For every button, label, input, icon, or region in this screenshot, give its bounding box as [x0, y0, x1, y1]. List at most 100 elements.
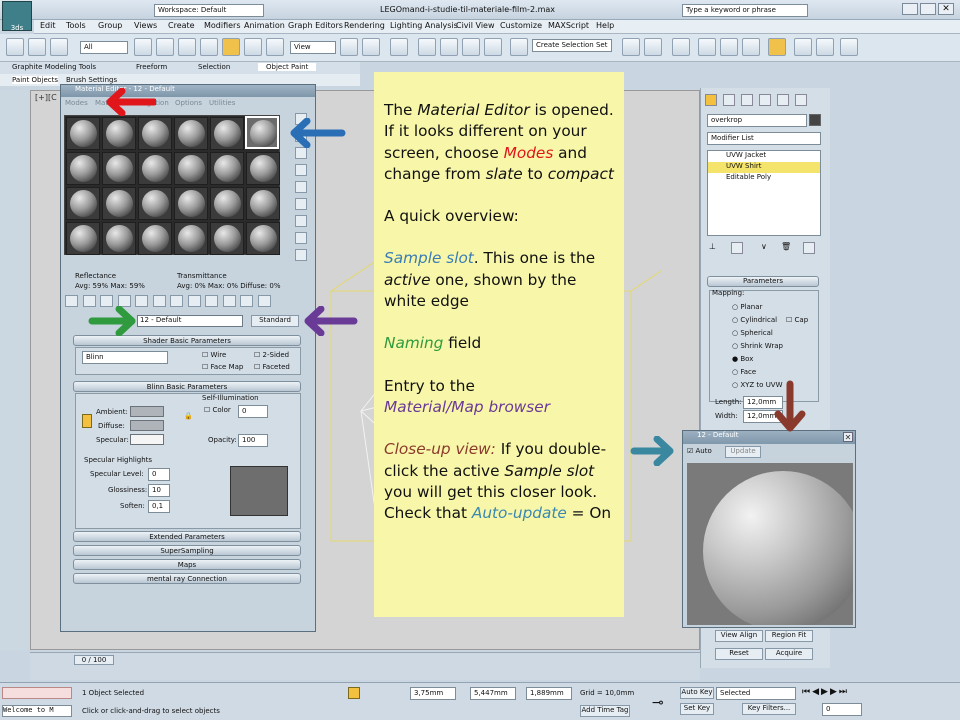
material-name-field[interactable]: 12 - Default: [137, 315, 243, 327]
subtab-paint-objects[interactable]: Paint Objects: [12, 76, 58, 84]
app-logo-icon[interactable]: 3ds: [2, 1, 32, 32]
supersampling-rollout[interactable]: SuperSampling: [73, 545, 301, 556]
scale-icon[interactable]: [266, 38, 284, 56]
layer-manager-icon[interactable]: [672, 38, 690, 56]
sample-slot[interactable]: [138, 222, 172, 255]
rotate-icon[interactable]: [244, 38, 262, 56]
sample-slot[interactable]: [174, 117, 208, 150]
playback-controls[interactable]: ⏮◀▶▶⏭: [802, 687, 862, 699]
angle-snap-icon[interactable]: [440, 38, 458, 56]
menu-item[interactable]: Customize: [500, 21, 542, 30]
get-material-icon[interactable]: [65, 295, 78, 307]
sample-slot[interactable]: [138, 117, 172, 150]
sample-slot[interactable]: [174, 152, 208, 185]
motion-tab-icon[interactable]: [759, 94, 771, 106]
show-end-result-icon[interactable]: [731, 242, 743, 254]
sample-slot[interactable]: [174, 187, 208, 220]
y-coordinate-field[interactable]: 5,447mm: [470, 687, 516, 700]
radio-shrink-wrap[interactable]: ○ Shrink Wrap: [732, 342, 783, 350]
schematic-view-icon[interactable]: [742, 38, 760, 56]
parameters-rollout[interactable]: Parameters: [707, 276, 819, 287]
sample-slot[interactable]: [246, 152, 280, 185]
maxscript-listener[interactable]: Welcome to M: [2, 705, 72, 717]
go-to-parent-icon[interactable]: [240, 295, 254, 307]
menu-item[interactable]: Animation: [244, 21, 285, 30]
sample-slot[interactable]: [66, 222, 100, 255]
menu-utilities[interactable]: Utilities: [209, 99, 235, 107]
diffuse-swatch[interactable]: [130, 420, 164, 431]
material-navigator-icon[interactable]: [295, 249, 307, 261]
tab-graphite[interactable]: Graphite Modeling Tools: [12, 63, 96, 71]
blinn-rollout[interactable]: Blinn Basic Parameters: [73, 381, 301, 392]
view-align-button[interactable]: View Align: [715, 630, 763, 642]
make-unique-icon[interactable]: ∨: [761, 242, 773, 254]
key-filters-button[interactable]: Key Filters...: [742, 703, 796, 715]
menu-item[interactable]: Lighting Analysis: [390, 21, 458, 30]
menu-item[interactable]: Edit: [40, 21, 56, 30]
mental-ray-rollout[interactable]: mental ray Connection: [73, 573, 301, 584]
selection-lock-icon[interactable]: [348, 687, 360, 699]
select-by-material-icon[interactable]: [295, 232, 307, 244]
closeup-titlebar[interactable]: 12 - Default ✕: [683, 431, 855, 444]
specular-swatch[interactable]: [130, 434, 164, 445]
unlink-icon[interactable]: [28, 38, 46, 56]
radio-box[interactable]: ● Box: [732, 355, 753, 363]
modifier-stack-item-selected[interactable]: UVW Shirt: [708, 162, 820, 173]
edit-named-selection-icon[interactable]: [510, 38, 528, 56]
sample-slot[interactable]: [174, 222, 208, 255]
maximize-icon[interactable]: [920, 3, 936, 15]
subtab-brush-settings[interactable]: Brush Settings: [66, 76, 117, 84]
menu-item[interactable]: Create: [168, 21, 195, 30]
reference-coord-dropdown[interactable]: View: [290, 41, 336, 54]
opacity-field[interactable]: 100: [238, 434, 268, 447]
cap-checkbox[interactable]: ☐ Cap: [786, 316, 808, 324]
menu-item[interactable]: MAXScript: [548, 21, 589, 30]
menu-item[interactable]: Group: [98, 21, 122, 30]
modify-tab-icon[interactable]: [723, 94, 735, 106]
spinner-snap-icon[interactable]: [484, 38, 502, 56]
menu-item[interactable]: Graph Editors: [288, 21, 343, 30]
select-icon[interactable]: [134, 38, 152, 56]
viewport-nav-controls[interactable]: [870, 687, 958, 717]
bind-icon[interactable]: [50, 38, 68, 56]
move-icon[interactable]: [222, 38, 240, 56]
uv-tiling-icon[interactable]: [295, 164, 307, 176]
glossiness-field[interactable]: 10: [148, 484, 170, 497]
create-tab-icon[interactable]: [705, 94, 717, 106]
graphite-toggle-icon[interactable]: [698, 38, 716, 56]
tab-selection[interactable]: Selection: [198, 63, 230, 71]
modifier-stack-item[interactable]: Editable Poly: [708, 173, 820, 184]
auto-update-checkbox[interactable]: ☑ Auto: [687, 447, 712, 455]
options-icon[interactable]: [295, 215, 307, 227]
pin-stack-icon[interactable]: ⊥: [709, 242, 721, 254]
radio-spherical[interactable]: ○ Spherical: [732, 329, 773, 337]
sample-slot[interactable]: [102, 187, 136, 220]
modifier-list-dropdown[interactable]: Modifier List: [707, 132, 821, 145]
ambient-swatch[interactable]: [130, 406, 164, 417]
acquire-button[interactable]: Acquire: [765, 648, 813, 660]
wire-checkbox[interactable]: ☐ Wire: [202, 351, 226, 359]
reset-button[interactable]: Reset: [715, 648, 763, 660]
align-icon[interactable]: [644, 38, 662, 56]
sample-slot[interactable]: [66, 187, 100, 220]
configure-sets-icon[interactable]: [803, 242, 815, 254]
menu-item[interactable]: Rendering: [344, 21, 385, 30]
show-end-result-icon[interactable]: [222, 295, 236, 307]
menu-item[interactable]: Views: [134, 21, 157, 30]
workspace-dropdown[interactable]: Workspace: Default: [154, 4, 274, 17]
material-id-icon[interactable]: [187, 295, 201, 307]
material-type-button[interactable]: Standard: [251, 315, 299, 327]
update-button[interactable]: Update: [725, 446, 761, 458]
hierarchy-tab-icon[interactable]: [741, 94, 753, 106]
mirror-icon[interactable]: [622, 38, 640, 56]
menu-item[interactable]: Modifiers: [204, 21, 241, 30]
modifier-stack-item[interactable]: UVW Jacket: [708, 151, 820, 162]
sample-slot[interactable]: [210, 222, 244, 255]
spec-level-field[interactable]: 0: [148, 468, 170, 481]
viewport-label[interactable]: [+][C: [35, 93, 57, 102]
render-setup-icon[interactable]: [794, 38, 812, 56]
sample-slot[interactable]: [66, 117, 100, 150]
maxscript-mini-listener[interactable]: [2, 687, 72, 699]
key-mode-dropdown[interactable]: Selected: [716, 687, 796, 700]
search-input[interactable]: Type a keyword or phrase: [682, 4, 808, 17]
